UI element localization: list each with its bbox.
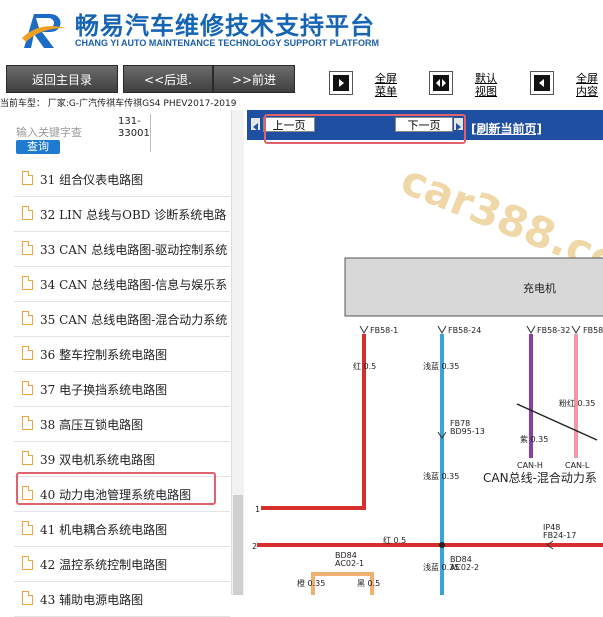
list-item[interactable]: 42 温控系统控制电路图 <box>14 547 230 582</box>
page-code-line-2: 33001 <box>118 128 150 139</box>
document-icon <box>22 276 33 290</box>
connector-label: BD95-13 <box>450 427 485 436</box>
can-bus-title: CAN总线-混合动力系 <box>483 470 597 485</box>
list-item-label: 32 LIN 总线与OBD 诊断系统电路 <box>40 208 227 222</box>
connector-label: FB24-17 <box>543 531 576 540</box>
component-label: 充电机 <box>523 281 556 295</box>
page-code-line-1: 131- <box>118 116 141 127</box>
can-label: CAN-L <box>565 461 590 470</box>
list-item-label: 34 CAN 总线电路图-信息与娱乐系 <box>40 278 228 292</box>
fullscreen-content-label-1: 全屏 <box>576 72 598 85</box>
content-pane: 上一页 下一页 [刷新当前页] car388.co 充电机 FB58-1 FB5… <box>247 110 603 595</box>
toolbar: 返回主目录 <<后退. >>前进 全屏 菜单 默认 视图 全屏 内容 <box>0 62 603 98</box>
document-icon <box>22 171 33 185</box>
wire-label: 浅蓝 0.35 <box>423 361 459 371</box>
document-icon <box>22 346 33 360</box>
default-view-icon[interactable] <box>429 71 453 95</box>
document-icon <box>22 381 33 395</box>
list-item-label: 36 整车控制系统电路图 <box>40 348 168 362</box>
site-header: 畅易汽车维修技术支持平台 CHANG YI AUTO MAINTENANCE T… <box>0 0 603 62</box>
pin-label: FB58-32 <box>537 326 570 335</box>
search-panel: 输入关键字查 查询 <box>14 114 114 159</box>
current-car-model: 当前车型： 厂家:G-广汽传祺车传祺GS4 PHEV2017-2019 <box>0 99 237 109</box>
page-code: 131- 33001 <box>118 116 150 140</box>
list-item-label: 31 组合仪表电路图 <box>40 173 144 187</box>
list-item[interactable]: 38 高压互锁电路图 <box>14 407 230 442</box>
document-icon <box>22 451 33 465</box>
fullscreen-content-link[interactable]: 全屏 内容 <box>576 72 598 98</box>
search-input[interactable]: 输入关键字查 <box>16 124 82 140</box>
fullscreen-menu-link[interactable]: 全屏 菜单 <box>375 72 397 98</box>
document-icon <box>22 241 33 255</box>
wiring-diagram: car388.co 充电机 FB58-1 FB58-24 FB58-32 FB5… <box>247 140 603 595</box>
fullscreen-content-label-2: 内容 <box>576 85 598 98</box>
list-item[interactable]: 36 整车控制系统电路图 <box>14 337 230 372</box>
list-item-label: 42 温控系统控制电路图 <box>40 558 168 572</box>
pin-label: FB58- <box>583 326 603 335</box>
default-view-label-1: 默认 <box>475 72 497 85</box>
fullscreen-content-icon[interactable] <box>530 71 554 95</box>
connector-label: AC02-1 <box>335 559 364 568</box>
list-item-label: 38 高压互锁电路图 <box>40 418 144 432</box>
back-button[interactable]: <<后退. <box>123 65 213 93</box>
fullscreen-menu-icon[interactable] <box>329 71 353 95</box>
selected-item-highlight <box>16 472 216 505</box>
site-title: 畅易汽车维修技术支持平台 <box>75 12 375 40</box>
list-item-label: 43 辅助电源电路图 <box>40 593 144 607</box>
wire-label: 粉红 0.35 <box>559 398 595 408</box>
list-item-label: 35 CAN 总线电路图-混合动力系统 <box>40 313 228 327</box>
list-item[interactable]: 33 CAN 总线电路图-驱动控制系统 <box>14 232 230 267</box>
list-item[interactable]: 32 LIN 总线与OBD 诊断系统电路 <box>14 197 230 232</box>
pin-label: FB58-24 <box>448 326 481 335</box>
wire-label: 橙 0.35 <box>297 578 325 588</box>
document-icon <box>22 311 33 325</box>
list-item[interactable]: 34 CAN 总线电路图-信息与娱乐系 <box>14 267 230 302</box>
wire-label: 红 0.5 <box>353 361 376 371</box>
search-button[interactable]: 查询 <box>16 140 60 154</box>
list-item[interactable]: 41 机电耦合系统电路图 <box>14 512 230 547</box>
home-button[interactable]: 返回主目录 <box>6 65 118 93</box>
pin-label: FB58-1 <box>370 326 398 335</box>
wire-label: 黑 0.5 <box>357 579 380 588</box>
site-subtitle: CHANG YI AUTO MAINTENANCE TECHNOLOGY SUP… <box>75 38 380 48</box>
document-icon <box>22 556 33 570</box>
list-item[interactable]: 31 组合仪表电路图 <box>14 162 230 197</box>
sidebar-scrollbar[interactable] <box>231 110 244 595</box>
document-icon <box>22 591 33 605</box>
wiring-diagram-svg: car388.co 充电机 FB58-1 FB58-24 FB58-32 FB5… <box>252 155 603 595</box>
wire-label: 红 0.5 <box>383 535 406 545</box>
list-item-label: 39 双电机系统电路图 <box>40 453 156 467</box>
row-marker: 2 <box>252 542 257 551</box>
document-icon <box>22 206 33 220</box>
list-item-label: 33 CAN 总线电路图-驱动控制系统 <box>40 243 228 257</box>
brand-logo-icon <box>22 14 66 48</box>
charger-component <box>344 257 603 317</box>
refresh-page-link[interactable]: [刷新当前页] <box>471 120 542 137</box>
scrollbar-thumb[interactable] <box>233 495 243 595</box>
list-item[interactable]: 35 CAN 总线电路图-混合动力系统 <box>14 302 230 337</box>
connector-label: AC02-2 <box>450 563 479 572</box>
list-item-label: 41 机电耦合系统电路图 <box>40 523 168 537</box>
list-item-label: 37 电子换挡系统电路图 <box>40 383 168 397</box>
sidebar: 输入关键字查 查询 131- 33001 31 组合仪表电路图 32 LIN 总线… <box>0 110 244 617</box>
default-view-link[interactable]: 默认 视图 <box>475 72 497 98</box>
divider <box>150 114 151 152</box>
fullscreen-menu-label-2: 菜单 <box>375 85 397 98</box>
can-label: CAN-H <box>517 461 543 470</box>
row-marker: 1 <box>255 505 260 514</box>
wire-label: 浅蓝 0.35 <box>423 471 459 481</box>
default-view-label-2: 视图 <box>475 85 497 98</box>
fullscreen-menu-label-1: 全屏 <box>375 72 397 85</box>
forward-button[interactable]: >>前进 <box>213 65 295 93</box>
document-icon <box>22 416 33 430</box>
document-icon <box>22 521 33 535</box>
prev-arrow-icon[interactable] <box>251 118 260 131</box>
document-list: 31 组合仪表电路图 32 LIN 总线与OBD 诊断系统电路 33 CAN 总… <box>14 162 230 617</box>
list-item[interactable]: 37 电子换挡系统电路图 <box>14 372 230 407</box>
list-item[interactable]: 43 辅助电源电路图 <box>14 582 230 617</box>
wire-label: 紫 0.35 <box>520 435 548 444</box>
